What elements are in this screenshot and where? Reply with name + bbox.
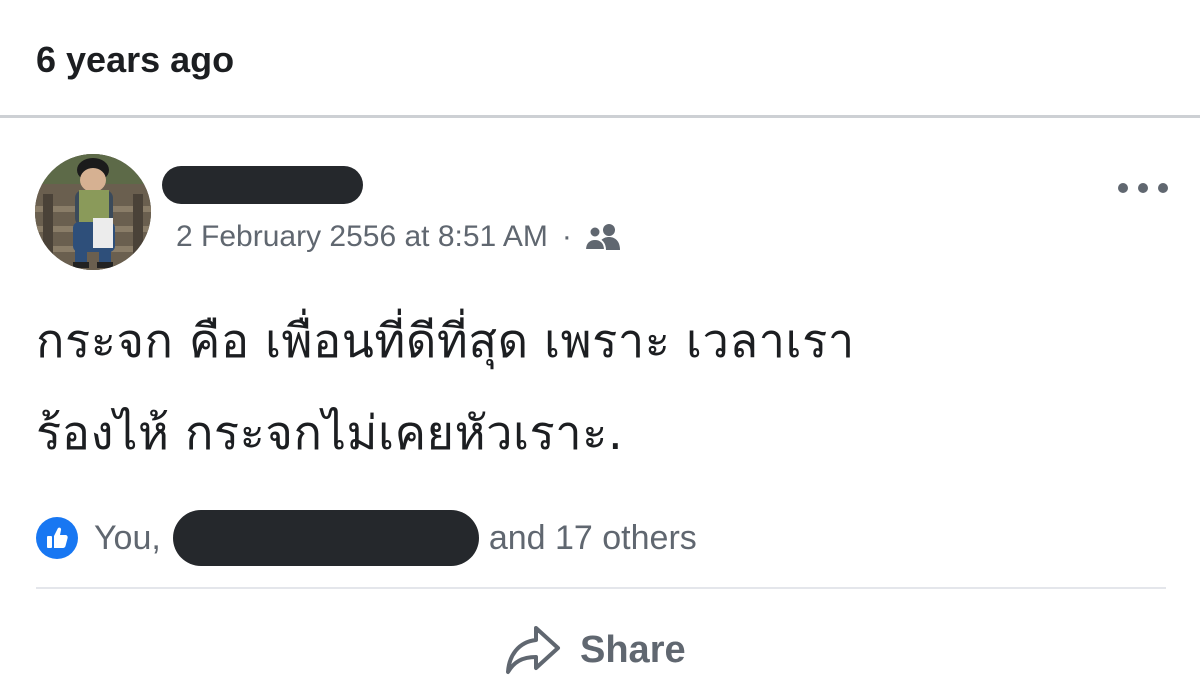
- reaction-others-label: and 17 others: [488, 518, 697, 557]
- friends-icon[interactable]: [583, 222, 622, 252]
- post-timestamp[interactable]: 2 February 2556 at 8:51 AM: [176, 220, 548, 254]
- reactions-summary[interactable]: You, and 17 others: [36, 510, 697, 566]
- share-icon: [506, 626, 560, 674]
- author-name-redacted[interactable]: [162, 166, 363, 204]
- memory-heading: 6 years ago: [36, 39, 235, 80]
- post-meta: 2 February 2556 at 8:51 AM ·: [176, 218, 622, 256]
- more-options-button[interactable]: [1118, 176, 1168, 200]
- more-dot-icon: [1138, 183, 1148, 193]
- like-icon: [36, 517, 78, 559]
- more-dot-icon: [1118, 183, 1128, 193]
- post-text-line: ร้องไห้ กระจกไม่เคยหัวเราะ.: [36, 406, 624, 461]
- share-button[interactable]: Share: [504, 618, 686, 682]
- reaction-you-label: You,: [94, 518, 161, 557]
- reactor-name-redacted: [172, 510, 479, 566]
- meta-separator: ·: [561, 220, 572, 253]
- more-dot-icon: [1158, 183, 1168, 193]
- memory-header: 6 years ago: [0, 0, 1200, 116]
- actions-divider: [36, 587, 1166, 589]
- post-text: กระจก คือ เพื่อนที่ดีที่สุด เพราะ เวลาเร…: [36, 296, 1166, 480]
- share-label: Share: [580, 628, 686, 671]
- post-card: 2 February 2556 at 8:51 AM · กระจก คือ เ…: [0, 118, 1200, 694]
- avatar-photo: [35, 154, 151, 270]
- post-text-line: กระจก คือ เพื่อนที่ดีที่สุด เพราะ เวลาเร…: [36, 314, 855, 369]
- author-avatar[interactable]: [35, 154, 151, 270]
